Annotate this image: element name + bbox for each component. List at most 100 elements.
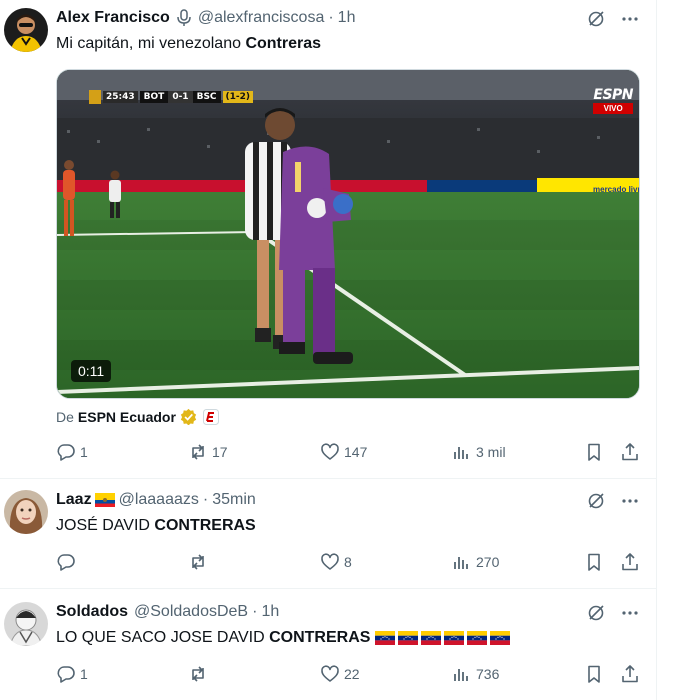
tweet-alex-francisco[interactable]: Alex Francisco @alexfranciscosa · 1h Mi …: [0, 0, 656, 479]
repost-icon: [192, 444, 204, 460]
share-button[interactable]: [620, 440, 640, 464]
espn-live-bug: ESPN VIVO: [593, 88, 633, 114]
user-handle[interactable]: @alexfranciscosa: [198, 9, 325, 27]
tweet-text-plain: Mi capitán, mi venezolano: [56, 35, 246, 52]
source-name[interactable]: ESPN Ecuador: [78, 409, 176, 425]
views-icon: [454, 447, 468, 459]
tweet-laaz[interactable]: Laaz @laaaaazs · 35min JOSÉ DAVID CONTRE…: [0, 478, 656, 589]
venezuela-flag-icon: [490, 631, 511, 645]
tweet-text-bold: Contreras: [245, 35, 322, 52]
scoreboard-score: 0-1: [168, 91, 193, 103]
tweet-header: Alex Francisco @alexfranciscosa · 1h: [56, 9, 355, 27]
share-button[interactable]: [620, 662, 640, 686]
like-count: 147: [344, 444, 368, 460]
avatar[interactable]: [4, 8, 48, 52]
views-icon: [454, 669, 468, 681]
views-button[interactable]: 736: [452, 662, 499, 686]
repost-icon: [192, 666, 204, 682]
tweet-top-actions: [586, 603, 640, 628]
repost-button[interactable]: [188, 550, 212, 574]
tweet-text: JOSÉ DAVID CONTRERAS: [56, 517, 256, 535]
media-source: De ESPN Ecuador: [56, 408, 219, 425]
ad-board-text: mercado livre: [593, 185, 639, 194]
espn-affiliate-icon: [202, 408, 219, 425]
scoreboard-clock: 25:43: [103, 91, 138, 103]
tweet-text: Mi capitán, mi venezolano Contreras: [56, 35, 321, 53]
display-name[interactable]: Soldados: [56, 603, 128, 621]
timestamp[interactable]: 1h: [261, 603, 279, 621]
avatar[interactable]: [4, 602, 48, 646]
microphone-icon: [176, 9, 192, 27]
scoreboard-logo: [89, 90, 101, 104]
grok-icon[interactable]: [586, 9, 606, 34]
bookmark-icon: [588, 665, 600, 683]
tweet-header: Laaz @laaaaazs · 35min: [56, 491, 256, 509]
avatar[interactable]: [4, 490, 48, 534]
reply-button[interactable]: [56, 550, 80, 574]
source-prefix: De: [56, 408, 74, 425]
timestamp[interactable]: 35min: [212, 491, 256, 509]
views-button[interactable]: 3 mil: [452, 440, 506, 464]
repost-icon: [192, 554, 204, 570]
views-count: 736: [476, 666, 500, 682]
tweet-text-bold: CONTRERAS: [154, 517, 256, 534]
tweet-soldados[interactable]: Soldados @SoldadosDeB · 1h LO QUE SACO J…: [0, 588, 656, 700]
reply-count: 1: [80, 444, 88, 460]
user-handle[interactable]: @laaaaazs: [119, 491, 199, 509]
bookmark-icon: [588, 553, 600, 571]
more-icon[interactable]: [620, 491, 640, 516]
like-count: 22: [344, 666, 360, 682]
like-count: 8: [344, 554, 352, 570]
repost-button[interactable]: 17: [188, 440, 228, 464]
venezuela-flag-icon: [444, 631, 465, 645]
views-button[interactable]: 270: [452, 550, 499, 574]
reply-icon: [57, 444, 75, 461]
bookmark-button[interactable]: [584, 550, 604, 574]
tweet-header: Soldados @SoldadosDeB · 1h: [56, 603, 279, 621]
grok-icon[interactable]: [586, 491, 606, 516]
display-name[interactable]: Laaz: [56, 491, 92, 509]
like-icon: [321, 665, 339, 682]
like-button[interactable]: 147: [320, 440, 367, 464]
display-name[interactable]: Alex Francisco: [56, 9, 170, 27]
verified-gold-icon: [180, 408, 197, 425]
tweet-actions: 1 22 736: [56, 662, 644, 686]
reply-icon: [57, 666, 75, 683]
reply-button[interactable]: 1: [56, 662, 88, 686]
more-icon[interactable]: [620, 603, 640, 628]
bookmark-button[interactable]: [584, 440, 604, 464]
bookmark-icon: [588, 443, 600, 461]
scoreboard-home: BOT: [139, 91, 169, 103]
tweet-actions: 8 270: [56, 550, 644, 574]
tweet-top-actions: [586, 9, 640, 34]
tweet-text-plain: JOSÉ DAVID: [56, 517, 155, 534]
reply-count: 1: [80, 666, 88, 682]
grok-icon[interactable]: [586, 603, 606, 628]
views-count: 3 mil: [476, 444, 506, 460]
live-badge: VIVO: [593, 103, 633, 114]
user-handle[interactable]: @SoldadosDeB: [134, 603, 248, 621]
tweet-text: LO QUE SACO JOSE DAVID CONTRERAS: [56, 629, 511, 647]
video-duration-badge: 0:11: [71, 360, 112, 382]
espn-logo: ESPN: [593, 87, 633, 103]
repost-button[interactable]: [188, 662, 212, 686]
tweet-actions: 1 17 147 3 mil: [56, 440, 644, 464]
share-button[interactable]: [620, 550, 640, 574]
share-icon: [622, 443, 638, 461]
venezuela-flag-icon: [375, 631, 396, 645]
reply-icon: [57, 554, 75, 571]
bookmark-button[interactable]: [584, 662, 604, 686]
separator-dot: ·: [252, 603, 258, 620]
venezuela-flags: [372, 631, 511, 645]
like-button[interactable]: 8: [320, 550, 352, 574]
more-icon[interactable]: [620, 9, 640, 34]
like-button[interactable]: 22: [320, 662, 360, 686]
scoreboard-overlay: 25:43 BOT 0-1 BSC (1-2): [89, 90, 254, 104]
timestamp[interactable]: 1h: [338, 9, 356, 27]
video-player[interactable]: 25:43 BOT 0-1 BSC (1-2) ESPN VIVO mercad…: [56, 69, 640, 399]
tweet-text-bold: CONTRERAS: [269, 629, 371, 646]
tweet-text-plain: LO QUE SACO JOSE DAVID: [56, 629, 270, 646]
tweet-top-actions: [586, 491, 640, 516]
video-frame: [57, 70, 639, 398]
reply-button[interactable]: 1: [56, 440, 88, 464]
